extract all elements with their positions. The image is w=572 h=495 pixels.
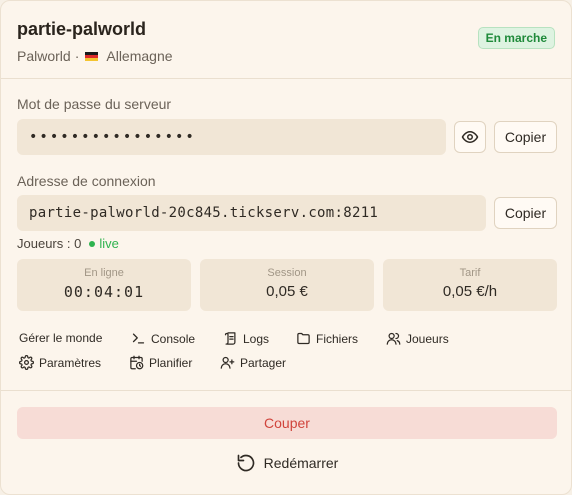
players-link[interactable]: Joueurs	[386, 331, 449, 346]
copy-address-button[interactable]: Copier	[494, 197, 557, 229]
schedule-link[interactable]: Planifier	[129, 355, 192, 370]
stop-button[interactable]: Couper	[17, 407, 557, 439]
settings-link[interactable]: Paramètres	[19, 355, 101, 370]
server-name: partie-palworld	[17, 19, 147, 39]
restart-button[interactable]: Redémarrer	[1, 450, 572, 476]
game-name: Palworld	[17, 48, 71, 64]
separator: ·	[74, 48, 80, 64]
stat-session: Session 0,05 €	[200, 259, 374, 311]
schedule-label: Planifier	[149, 355, 193, 370]
stat-label: Tarif	[459, 267, 481, 279]
folder-icon	[297, 332, 310, 345]
calendar-clock-icon	[130, 355, 144, 370]
gear-icon	[19, 355, 34, 370]
restart-label: Redémarrer	[263, 455, 339, 471]
console-link[interactable]: Console	[131, 331, 195, 346]
header-divider	[1, 78, 571, 79]
stat-label: En ligne	[84, 267, 124, 279]
region-name: Allemagne	[106, 48, 173, 64]
germany-flag-icon	[85, 51, 99, 61]
stat-rate: Tarif 0,05 €/h	[383, 259, 557, 311]
logs-label: Logs	[243, 331, 270, 346]
server-card: partie-palworld Palworld · Allemagne En …	[0, 0, 572, 495]
settings-label: Paramètres	[39, 355, 102, 370]
manage-world-link[interactable]: Gérer le monde	[19, 331, 102, 345]
stat-value: 00:04:01	[63, 283, 145, 301]
server-subtitle: Palworld · Allemagne	[17, 48, 555, 64]
terminal-icon	[132, 333, 145, 344]
files-label: Fichiers	[316, 331, 359, 346]
toggle-password-button[interactable]	[454, 121, 486, 153]
connection-label: Adresse de connexion	[17, 173, 156, 189]
players-count: Joueurs : 0	[17, 236, 82, 251]
status-badge: En marche	[477, 27, 555, 49]
restart-icon	[237, 454, 254, 472]
share-link[interactable]: Partager	[220, 355, 286, 370]
eye-icon	[461, 131, 479, 143]
logs-icon	[224, 332, 236, 345]
live-label: live	[99, 236, 119, 251]
stat-value: 0,05 €/h	[442, 283, 498, 300]
console-label: Console	[151, 331, 196, 346]
stat-value: 0,05 €	[266, 283, 308, 300]
connection-address-field[interactable]: partie-palworld-20c845.tickserv.com:8211	[17, 195, 486, 231]
share-label: Partager	[240, 355, 287, 370]
players-status: Joueurs : 0 live	[17, 236, 119, 251]
files-link[interactable]: Fichiers	[296, 331, 358, 346]
players-label: Joueurs	[406, 331, 449, 346]
password-label: Mot de passe du serveur	[17, 96, 172, 112]
user-plus-icon	[220, 356, 235, 369]
copy-password-button[interactable]: Copier	[494, 121, 557, 153]
live-dot-icon	[89, 240, 96, 247]
stat-uptime: En ligne 00:04:01	[17, 259, 191, 311]
server-header: partie-palworld Palworld · Allemagne En …	[17, 19, 555, 64]
stat-label: Session	[267, 267, 307, 279]
manage-world-label: Gérer le monde	[19, 331, 103, 345]
logs-link[interactable]: Logs	[223, 331, 269, 346]
users-icon	[386, 332, 401, 345]
actions-divider	[1, 390, 571, 391]
password-field[interactable]: ••••••••••••••••	[17, 119, 446, 155]
